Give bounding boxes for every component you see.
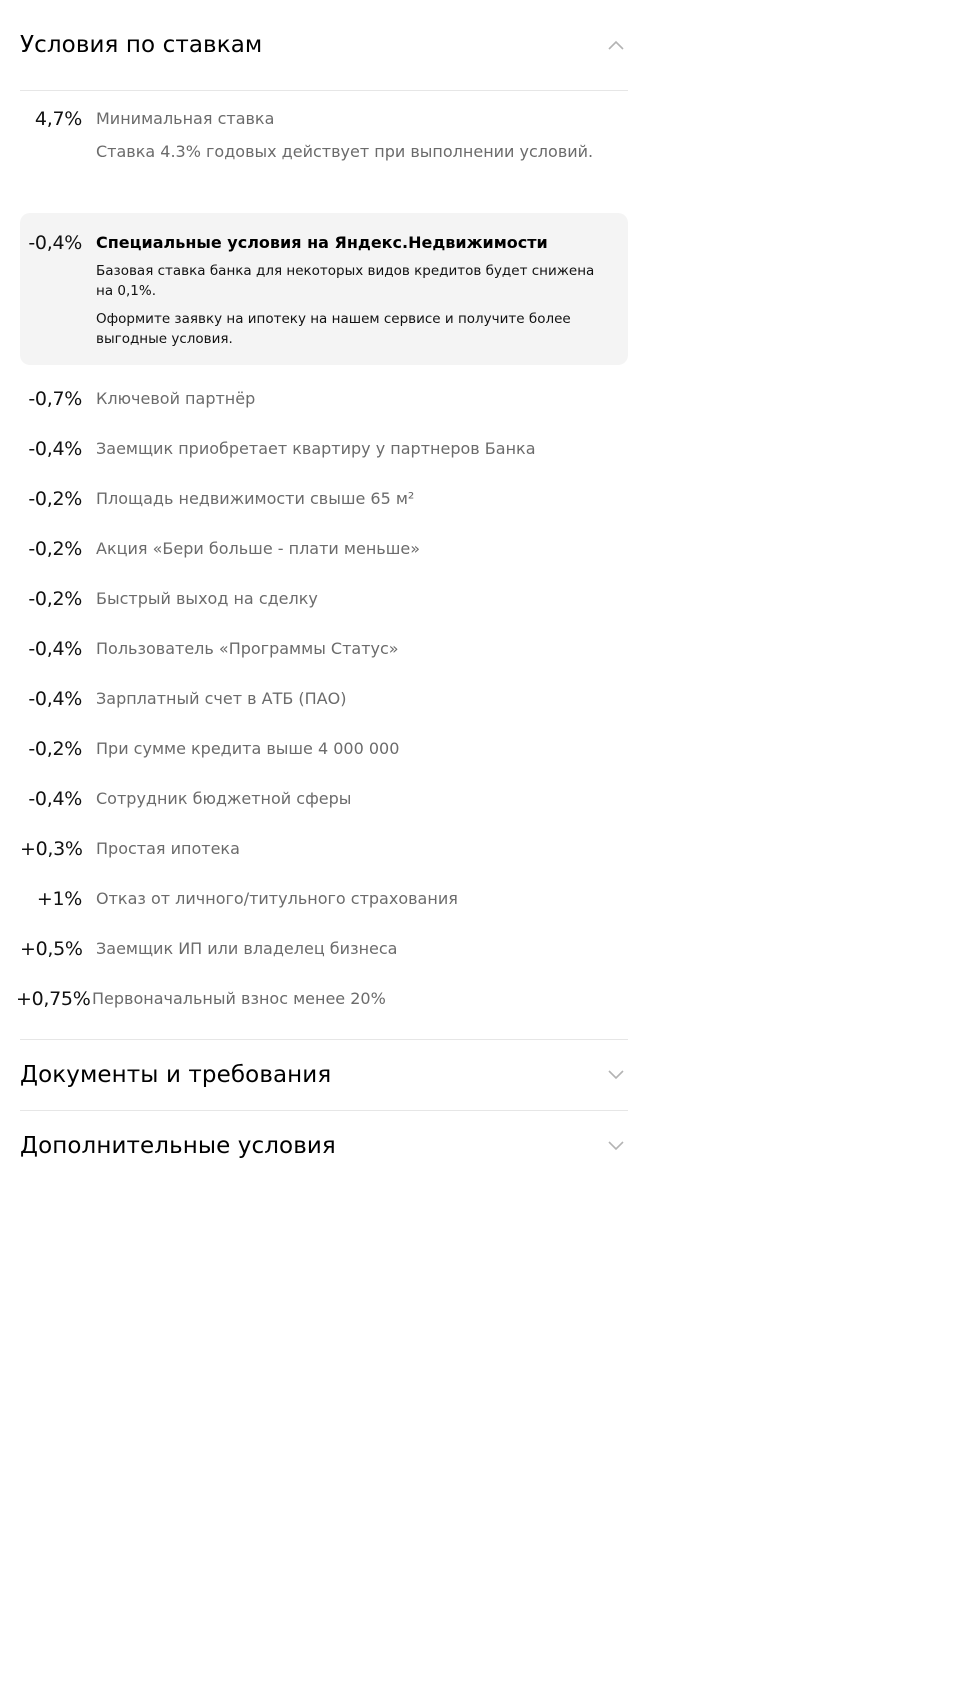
additional-section-header[interactable]: Дополнительные условия [20,1111,628,1181]
rate-condition-row: -0,4% Пользователь «Программы Статус» [20,635,628,685]
minimum-rate-value: 4,7% [34,108,82,130]
rate-condition-value: -0,4% [28,688,82,710]
rate-condition-label: Площадь недвижимости свыше 65 м² [96,489,415,508]
chevron-up-icon[interactable] [604,33,628,57]
rate-condition-row: -0,2% Быстрый выход на сделку [20,585,628,635]
rate-condition-value: -0,4% [28,788,82,810]
special-conditions-row: -0,4% Специальные условия на Яндекс.Недв… [20,229,628,349]
rate-condition-row: +0,3% Простая ипотека [20,835,628,885]
rate-condition-row: -0,4% Зарплатный счет в АТБ (ПАО) [20,685,628,735]
special-conditions-line-1: Базовая ставка банка для некоторых видов… [96,263,595,299]
rate-condition-label: Ключевой партнёр [96,389,256,408]
rate-condition-value: -0,2% [28,488,82,510]
chevron-down-icon[interactable] [604,1134,628,1158]
special-rate-value: -0,4% [28,232,82,254]
rate-condition-label: Отказ от личного/титульного страхования [96,889,458,908]
rates-list: 4,7% Минимальная ставка Ставка 4.3% годо… [16,91,628,1040]
special-conditions-card: -0,4% Специальные условия на Яндекс.Недв… [20,213,628,365]
rate-condition-label: При сумме кредита выше 4 000 000 [96,739,400,758]
rate-condition-value: -0,2% [28,538,82,560]
rate-condition-value: -0,7% [28,388,82,410]
rate-condition-value: +0,5% [20,938,83,960]
rate-condition-label: Заемщик приобретает квартиру у партнеров… [96,439,536,458]
chevron-down-icon[interactable] [604,1063,628,1087]
documents-section-title: Документы и требования [20,1062,332,1088]
documents-section-header[interactable]: Документы и требования [20,1040,628,1111]
rate-condition-row: +0,5% Заемщик ИП или владелец бизнеса [20,935,628,985]
rate-condition-row: -0,7% Ключевой партнёр [20,385,628,435]
rate-condition-row: -0,4% Заемщик приобретает квартиру у пар… [20,435,628,485]
rate-condition-label: Заемщик ИП или владелец бизнеса [96,939,398,958]
minimum-rate-row: 4,7% Минимальная ставка Ставка 4.3% годо… [20,105,628,213]
rate-condition-row: -0,2% Акция «Бери больше - плати меньше» [20,535,628,585]
special-conditions-line-2: Оформите заявку на ипотеку на нашем серв… [96,311,571,347]
rate-condition-label: Простая ипотека [96,839,240,858]
rate-condition-value: -0,4% [28,638,82,660]
rate-condition-value: -0,4% [28,438,82,460]
mortgage-conditions: Условия по ставкам 4,7% Минимальная став… [16,0,628,1181]
rate-condition-value: +0,75% [16,988,91,1010]
rate-condition-row: -0,2% Площадь недвижимости свыше 65 м² [20,485,628,535]
rate-condition-row: +0,75% Первоначальный взнос менее 20% [16,985,628,1025]
rate-condition-label: Сотрудник бюджетной сферы [96,789,352,808]
rate-condition-label: Первоначальный взнос менее 20% [92,989,386,1008]
rate-condition-label: Быстрый выход на сделку [96,589,318,608]
rate-condition-row: -0,2% При сумме кредита выше 4 000 000 [20,735,628,785]
rate-condition-row: -0,4% Сотрудник бюджетной сферы [20,785,628,835]
additional-section-title: Дополнительные условия [20,1133,336,1159]
rate-condition-value: -0,2% [28,738,82,760]
rate-condition-label: Акция «Бери больше - плати меньше» [96,539,420,558]
rate-condition-value: +0,3% [20,838,83,860]
special-conditions-title: Специальные условия на Яндекс.Недвижимос… [96,233,548,252]
rate-condition-value: +1% [36,888,82,910]
minimum-rate-note: Ставка 4.3% годовых действует при выполн… [96,142,594,161]
rates-section-header[interactable]: Условия по ставкам [20,0,628,91]
rates-section-title: Условия по ставкам [20,32,263,58]
rate-condition-label: Зарплатный счет в АТБ (ПАО) [96,689,347,708]
rate-condition-value: -0,2% [28,588,82,610]
minimum-rate-label: Минимальная ставка [96,109,275,128]
rate-condition-row: +1% Отказ от личного/титульного страхова… [20,885,628,935]
rate-condition-label: Пользователь «Программы Статус» [96,639,399,658]
